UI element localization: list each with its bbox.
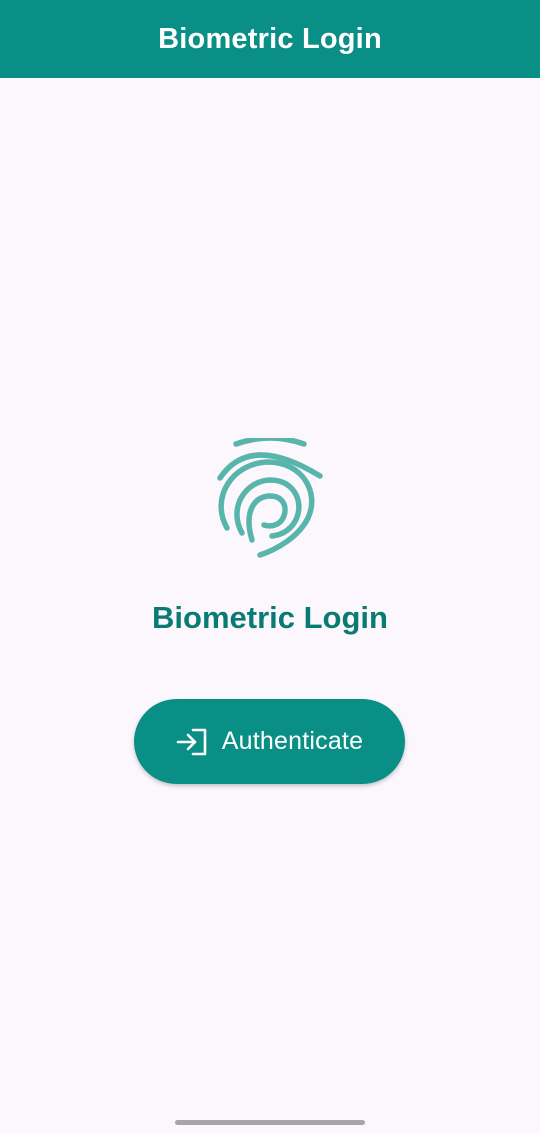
page-heading: Biometric Login — [152, 600, 388, 635]
fingerprint-icon — [217, 438, 323, 558]
gesture-nav-handle[interactable] — [175, 1120, 365, 1125]
login-icon — [176, 728, 207, 755]
main-content: Biometric Login Authenticate — [0, 78, 540, 1133]
authenticate-button[interactable]: Authenticate — [134, 699, 405, 784]
app-bar: Biometric Login — [0, 0, 540, 78]
app-bar-title: Biometric Login — [158, 22, 382, 55]
authenticate-label: Authenticate — [221, 727, 364, 755]
